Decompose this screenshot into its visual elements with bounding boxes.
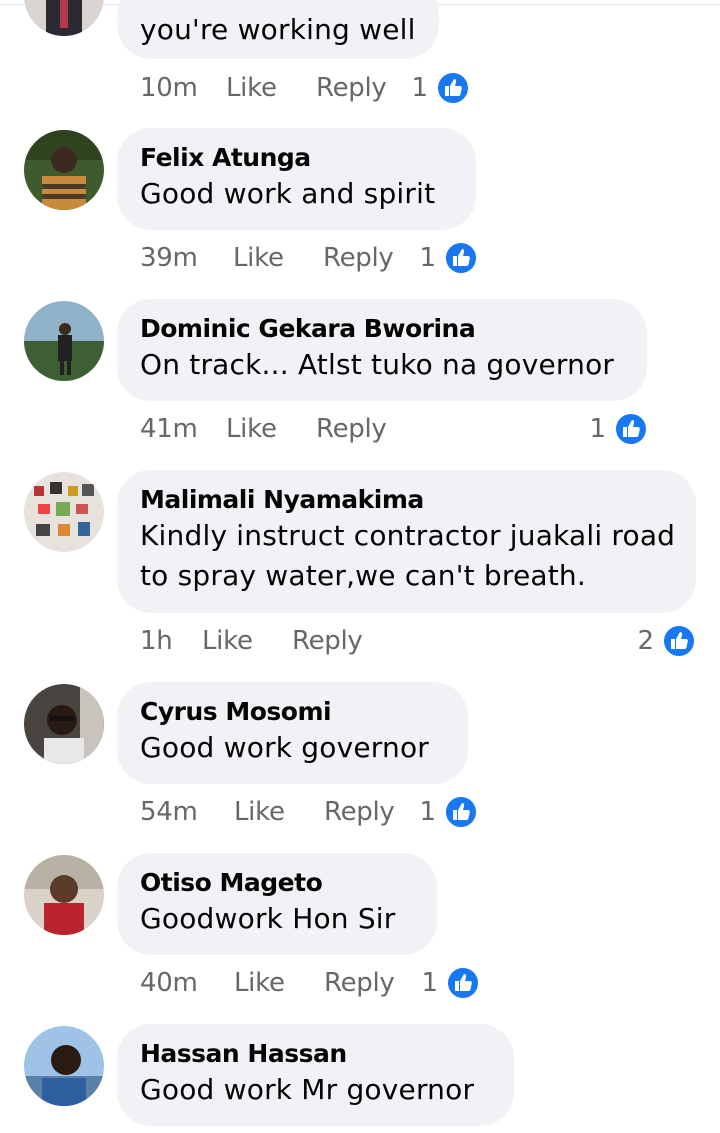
like-link[interactable]: Like	[233, 238, 284, 278]
commenter-name[interactable]: Dominic Gekara Bworina	[140, 313, 623, 345]
comment-bubble: you're working well	[117, 0, 439, 59]
comment-text: Good work and spirit	[140, 177, 436, 210]
avatar[interactable]	[24, 684, 104, 764]
comment-bubble: Cyrus Mosomi Good work governor	[117, 682, 468, 784]
commenter-name[interactable]: Felix Atunga	[140, 142, 452, 174]
thumbs-up-icon	[446, 966, 480, 1000]
comment-time: 10m	[140, 73, 198, 103]
reply-link[interactable]: Reply	[292, 621, 363, 661]
reaction-count[interactable]: 1	[410, 963, 480, 1003]
comment-text: you're working well	[140, 13, 416, 46]
like-link[interactable]: Like	[202, 621, 253, 661]
reply-link[interactable]: Reply	[316, 409, 387, 449]
like-link[interactable]: Like	[234, 792, 285, 832]
reaction-count[interactable]: 1	[408, 238, 478, 278]
comment-bubble: Malimali Nyamakima Kindly instruct contr…	[117, 470, 696, 613]
avatar[interactable]	[24, 0, 104, 36]
reaction-number: 1	[421, 968, 438, 998]
reply-link[interactable]: Reply	[316, 68, 387, 108]
comment-time: 54m	[140, 797, 198, 827]
reply-link[interactable]: Reply	[324, 963, 395, 1003]
comment-text: Goodwork Hon Sir	[140, 902, 396, 935]
like-link[interactable]: Like	[234, 963, 285, 1003]
reply-link[interactable]: Reply	[323, 238, 394, 278]
comment-text: Kindly instruct contractor juakali road	[140, 519, 676, 552]
comment-time: 41m	[140, 414, 198, 444]
comment-bubble: Hassan Hassan Good work Mr governor	[117, 1024, 514, 1126]
commenter-name[interactable]: Malimali Nyamakima	[140, 484, 672, 516]
avatar[interactable]	[24, 301, 104, 381]
reaction-number: 1	[419, 243, 436, 273]
comment-time: 40m	[140, 968, 198, 998]
comment-bubble: Otiso Mageto Goodwork Hon Sir	[117, 853, 437, 955]
comment-bubble: Felix Atunga Good work and spirit	[117, 128, 476, 230]
comment-text-line-2: to spray water,we can't breath.	[140, 559, 586, 592]
thumbs-up-icon	[614, 412, 648, 446]
reaction-number: 1	[589, 414, 606, 444]
commenter-name[interactable]: Hassan Hassan	[140, 1038, 490, 1070]
comment-time: 39m	[140, 243, 198, 273]
thumbs-up-icon	[662, 624, 696, 658]
thumbs-up-icon	[436, 71, 470, 105]
comment-time: 1h	[140, 626, 173, 656]
reaction-number: 2	[637, 626, 654, 656]
comment-text: Good work Mr governor	[140, 1073, 475, 1106]
thumbs-up-icon	[444, 795, 478, 829]
comment-bubble: Dominic Gekara Bworina On track... Atlst…	[117, 299, 647, 401]
like-link[interactable]: Like	[226, 409, 277, 449]
reaction-count[interactable]: 2	[626, 621, 696, 661]
avatar[interactable]	[24, 1026, 104, 1106]
reaction-count[interactable]: 1	[400, 68, 470, 108]
commenter-name[interactable]: Cyrus Mosomi	[140, 696, 444, 728]
avatar[interactable]	[24, 472, 104, 552]
reaction-number: 1	[411, 73, 428, 103]
reaction-count[interactable]: 1	[578, 409, 648, 449]
comment-text: Good work governor	[140, 731, 430, 764]
avatar[interactable]	[24, 130, 104, 210]
reaction-number: 1	[419, 797, 436, 827]
reaction-count[interactable]: 1	[408, 792, 478, 832]
thumbs-up-icon	[444, 241, 478, 275]
like-link[interactable]: Like	[226, 68, 277, 108]
avatar[interactable]	[24, 855, 104, 935]
comment-text: On track... Atlst tuko na governor	[140, 348, 615, 381]
commenter-name[interactable]: Otiso Mageto	[140, 867, 413, 899]
reply-link[interactable]: Reply	[324, 792, 395, 832]
